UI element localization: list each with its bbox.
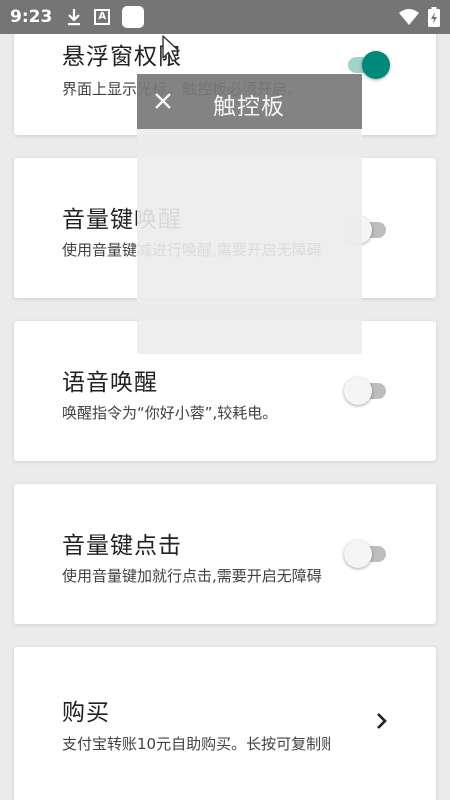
notification-icon — [122, 6, 145, 28]
status-time: 9:23 — [10, 7, 53, 27]
touchpad-title: 触控板 — [213, 94, 285, 120]
download-icon — [66, 8, 82, 26]
setting-card-volume-click[interactable]: 音量键点击 使用音量键加就行点击,需要开启无障碍 — [14, 484, 436, 624]
switch-thumb — [344, 540, 372, 568]
status-bar: 9:23 A — [0, 0, 450, 34]
touchpad-overlay[interactable]: 触控板 — [137, 74, 362, 354]
card-desc: 使用音量键加就行点击,需要开启无障碍 — [62, 567, 322, 585]
status-icons-left: A — [66, 6, 145, 28]
app-screen: 9:23 A 悬浮窗权限 音量键唤醒 语音唤醒 唤醒指令为“你好小蓉”,较耗电。… — [0, 0, 450, 800]
battery-charging-icon — [428, 7, 440, 27]
close-icon[interactable] — [153, 91, 173, 111]
card-title: 音量键点击 — [62, 533, 182, 559]
card-title: 语音唤醒 — [62, 370, 158, 396]
switch-thumb — [362, 51, 390, 79]
card-title: 购买 — [62, 700, 110, 726]
touchpad-area[interactable] — [137, 129, 362, 354]
status-icons-right — [398, 7, 440, 27]
wifi-icon — [398, 8, 420, 26]
volume-click-switch[interactable] — [344, 537, 390, 571]
mouse-cursor-icon — [162, 35, 180, 62]
voice-wake-switch[interactable] — [344, 374, 390, 408]
card-desc: 支付宝转账10元自助购买。长按可复制账号 — [62, 735, 330, 753]
switch-thumb — [344, 377, 372, 405]
card-desc: 唤醒指令为“你好小蓉”,较耗电。 — [62, 404, 278, 422]
chevron-right-icon[interactable] — [374, 710, 390, 732]
setting-card-purchase[interactable]: 购买 支付宝转账10元自助购买。长按可复制账号 — [14, 647, 436, 800]
text-a-icon: A — [94, 9, 111, 25]
touchpad-header[interactable]: 触控板 — [137, 74, 362, 129]
